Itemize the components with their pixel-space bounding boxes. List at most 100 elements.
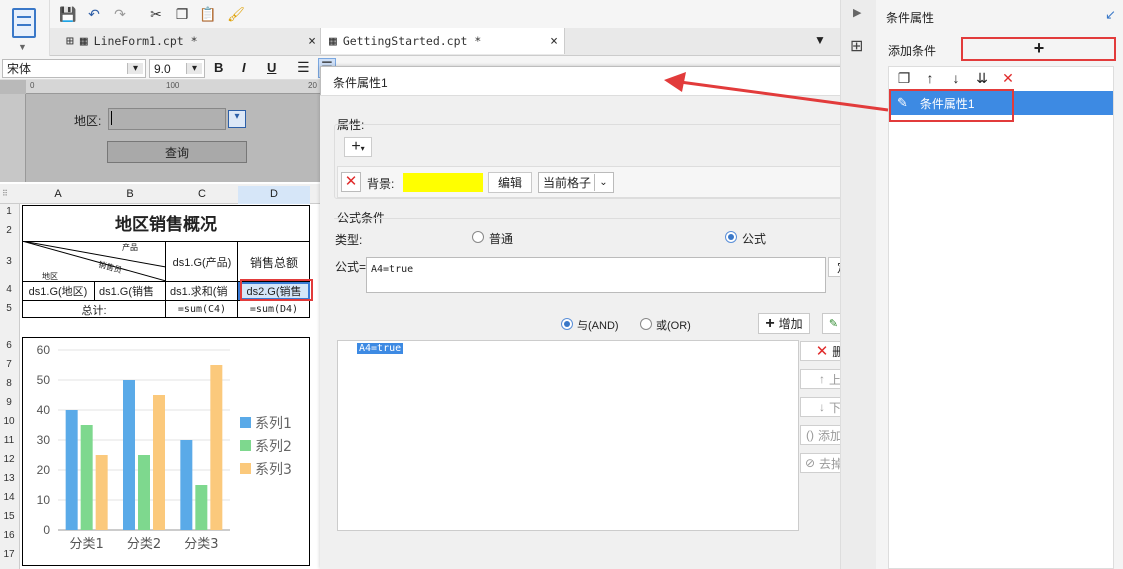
copy-icon[interactable]: ❐ bbox=[894, 68, 914, 88]
row-header[interactable]: 9 bbox=[0, 397, 18, 408]
cell-c4[interactable]: ds1.求和(销 bbox=[166, 282, 237, 300]
column-header-d[interactable]: D bbox=[238, 186, 310, 204]
copy-icon[interactable]: ❐ bbox=[172, 4, 192, 24]
row-header[interactable]: 17 bbox=[0, 549, 18, 560]
tab-gettingstarted[interactable]: ▦ GettingStarted.cpt * × bbox=[320, 28, 565, 54]
y-tick-label: 20 bbox=[37, 463, 51, 477]
add-condition-button[interactable]: + 增加 bbox=[758, 313, 810, 334]
arrow-down-icon: ↓ bbox=[818, 400, 825, 414]
corner-icon[interactable]: ⠿ bbox=[2, 189, 8, 198]
redo-icon[interactable]: ↷ bbox=[110, 4, 130, 24]
cell-c3[interactable]: ds1.G(产品) bbox=[166, 252, 238, 272]
font-name-select[interactable]: 宋体 ▾ bbox=[2, 59, 146, 78]
align-left-icon[interactable]: ☰ bbox=[297, 59, 310, 76]
y-tick-label: 60 bbox=[37, 343, 51, 357]
row-header[interactable]: 4 bbox=[0, 284, 18, 295]
region-dropdown-button[interactable]: ▾ bbox=[228, 110, 246, 128]
background-color-swatch[interactable] bbox=[403, 173, 483, 192]
and-radio[interactable] bbox=[561, 318, 573, 330]
type-normal-label: 普通 bbox=[489, 232, 514, 246]
row-header[interactable]: 11 bbox=[0, 435, 18, 446]
bold-button[interactable]: B bbox=[214, 60, 223, 75]
formula-input[interactable]: A4=true bbox=[366, 257, 826, 293]
row-header[interactable]: 14 bbox=[0, 492, 18, 503]
underline-button[interactable]: U bbox=[267, 60, 276, 75]
type-normal-radio[interactable] bbox=[472, 231, 484, 243]
cell-c5[interactable]: =sum(C4) bbox=[166, 301, 238, 318]
grid-settings-icon[interactable]: ⊞ bbox=[850, 36, 863, 56]
legend-label: 系列1 bbox=[255, 416, 292, 432]
condition-list-item[interactable]: A4=true bbox=[357, 343, 404, 354]
add-condition-label: 添加条件 bbox=[888, 44, 937, 58]
grid-icon: ▦ bbox=[329, 33, 337, 49]
remove-bracket-icon: ⊘ bbox=[804, 456, 816, 470]
query-button-label: 查询 bbox=[164, 145, 189, 160]
delete-property-button[interactable]: ✕ bbox=[341, 172, 361, 192]
arrow-up-icon[interactable]: ↑ bbox=[920, 68, 940, 88]
row-header[interactable]: 5 bbox=[0, 303, 18, 314]
legend-label: 系列2 bbox=[255, 439, 292, 455]
ruler-vertical bbox=[0, 94, 26, 182]
format-brush-icon[interactable]: 🖌 bbox=[226, 4, 246, 24]
cell-d3[interactable]: 销售总额 bbox=[238, 252, 310, 272]
font-size-value: 9.0 bbox=[154, 61, 171, 76]
row-header[interactable]: 2 bbox=[0, 225, 18, 236]
cell-a4[interactable]: ds1.G(地区) bbox=[22, 282, 94, 300]
tab-menu-icon[interactable]: ▼ bbox=[814, 33, 826, 47]
type-formula-radio[interactable] bbox=[725, 231, 737, 243]
region-input[interactable] bbox=[108, 108, 226, 130]
cut-icon[interactable]: ✂ bbox=[146, 4, 166, 24]
y-tick-label: 50 bbox=[37, 373, 51, 387]
edit-button[interactable]: 编辑 bbox=[488, 172, 532, 193]
delete-icon[interactable]: ✕ bbox=[998, 68, 1018, 88]
cell-b4[interactable]: ds1.G(销售 bbox=[95, 282, 165, 300]
add-property-button[interactable]: +▾ bbox=[344, 137, 372, 157]
italic-button[interactable]: I bbox=[242, 60, 246, 75]
and-label: 与(AND) bbox=[577, 320, 619, 332]
row-header[interactable]: 12 bbox=[0, 454, 18, 465]
chart-bar bbox=[123, 380, 135, 530]
row-header[interactable]: 16 bbox=[0, 530, 18, 541]
legend-swatch bbox=[240, 440, 251, 451]
paste-icon[interactable]: 📋 bbox=[198, 4, 218, 24]
query-button[interactable]: 查询 bbox=[107, 141, 247, 163]
row-header[interactable]: 1 bbox=[0, 206, 18, 217]
column-header-a[interactable]: A bbox=[22, 188, 94, 200]
arrow-up-icon: ↑ bbox=[818, 372, 825, 386]
close-icon[interactable]: × bbox=[308, 34, 316, 49]
save-icon[interactable]: 💾 bbox=[58, 4, 78, 24]
row-header[interactable]: 15 bbox=[0, 511, 18, 522]
cell-d5[interactable]: =sum(D4) bbox=[238, 301, 310, 318]
row-header[interactable]: 8 bbox=[0, 378, 18, 389]
font-size-select[interactable]: 9.0 ▾ bbox=[149, 59, 205, 78]
column-header-b[interactable]: B bbox=[94, 188, 166, 200]
legend-swatch bbox=[240, 417, 251, 428]
row-header[interactable]: 6 bbox=[0, 340, 18, 351]
row-header[interactable]: 10 bbox=[0, 416, 18, 427]
tab-label: GettingStarted.cpt * bbox=[342, 34, 482, 48]
cell-a5[interactable]: 总计: bbox=[22, 301, 166, 318]
y-tick-label: 40 bbox=[37, 403, 51, 417]
background-label: 背景: bbox=[367, 177, 395, 191]
or-radio[interactable] bbox=[640, 318, 652, 330]
scope-select[interactable]: 当前格子 ⌄ bbox=[538, 172, 614, 193]
grid-icon: ▦ bbox=[79, 33, 88, 49]
undo-icon[interactable]: ↶ bbox=[84, 4, 104, 24]
highlight-box bbox=[240, 279, 313, 301]
template-dropdown-icon[interactable]: ▼ bbox=[18, 42, 27, 52]
condition-list[interactable] bbox=[337, 340, 799, 531]
tab-lineform[interactable]: ⊞ ▦ LineForm1.cpt * × bbox=[56, 28, 318, 54]
row-header[interactable]: 3 bbox=[0, 256, 18, 267]
move-bottom-icon[interactable]: ⇊ bbox=[972, 68, 992, 88]
bar-chart: 0 10 20 30 40 50 60 分类1 分类2 分类3 系列1 系列2 系列3 bbox=[37, 343, 292, 552]
row-header[interactable]: 13 bbox=[0, 473, 18, 484]
template-icon[interactable] bbox=[12, 8, 36, 38]
close-icon[interactable]: × bbox=[550, 34, 558, 49]
arrow-down-icon[interactable]: ↓ bbox=[946, 68, 966, 88]
row-header[interactable]: 7 bbox=[0, 359, 18, 370]
condition-list-panel bbox=[888, 66, 1114, 569]
parameter-panel bbox=[0, 80, 320, 182]
collapse-icon[interactable]: ↙ bbox=[1105, 7, 1116, 23]
expand-arrow-icon[interactable]: ▶ bbox=[853, 6, 861, 19]
column-header-c[interactable]: C bbox=[166, 188, 238, 200]
